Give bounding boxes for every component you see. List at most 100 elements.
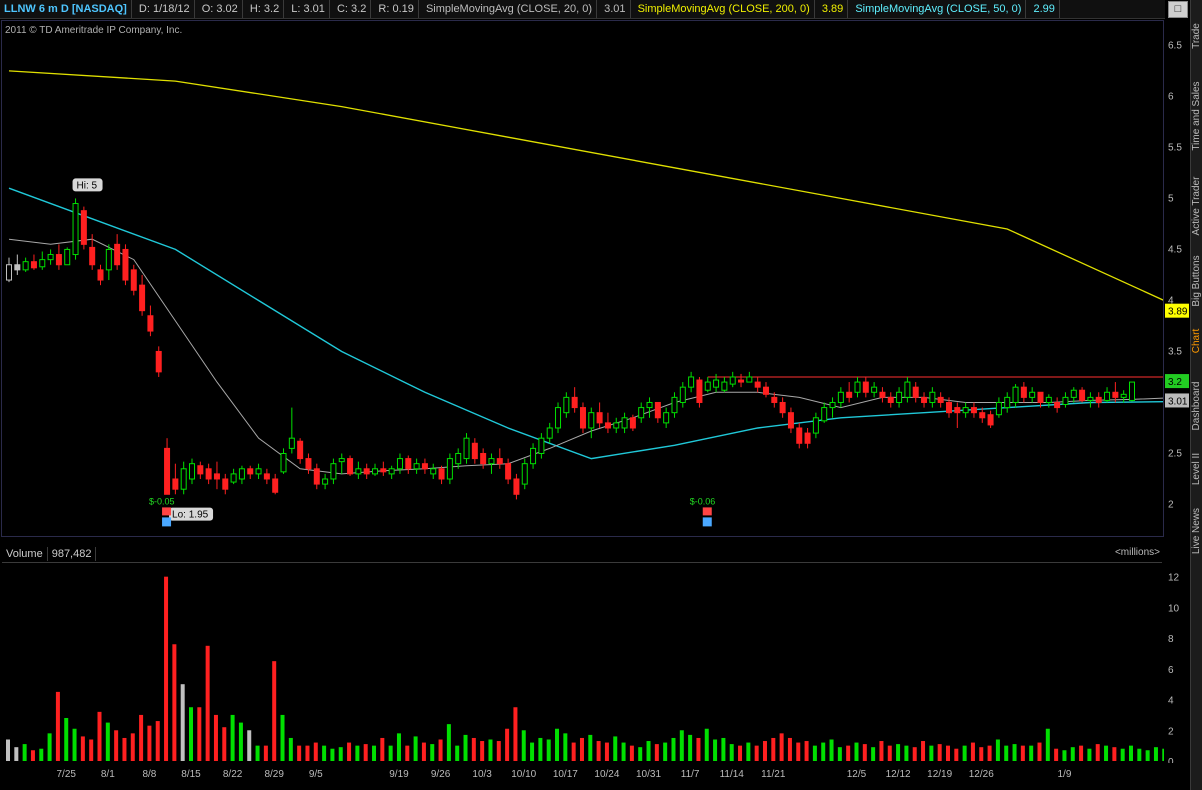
- candle-body: [413, 463, 420, 470]
- volume-bar: [1153, 747, 1158, 761]
- candle-body: [114, 243, 121, 266]
- volume-bar: [729, 744, 734, 761]
- candle: [471, 438, 478, 464]
- candle-body: [480, 452, 487, 465]
- candle: [480, 448, 487, 469]
- volume-value: 987,482: [48, 547, 97, 561]
- maximize-icon[interactable]: □: [1168, 1, 1188, 18]
- candle: [762, 382, 769, 398]
- volume-bar: [255, 745, 260, 761]
- sma50-study-label[interactable]: SimpleMovingAvg (CLOSE, 50, 0): [851, 0, 1027, 18]
- candle-body: [463, 437, 470, 460]
- volume-label[interactable]: Volume: [2, 547, 48, 561]
- volume-bar: [263, 745, 268, 761]
- candle-body: [122, 248, 129, 281]
- candle: [438, 465, 445, 485]
- candle: [230, 468, 237, 485]
- sma200-study-label[interactable]: SimpleMovingAvg (CLOSE, 200, 0): [634, 0, 815, 18]
- candle-body: [80, 210, 87, 245]
- phone-icon: [162, 507, 172, 516]
- candle: [787, 407, 794, 434]
- volume-bar: [654, 744, 659, 761]
- volume-bar: [438, 739, 443, 761]
- volume-bar: [280, 714, 285, 761]
- candle-body: [721, 381, 728, 391]
- candle: [488, 453, 495, 474]
- price-tick-label: 2.5: [1168, 448, 1182, 459]
- candle-body: [372, 468, 379, 475]
- candle: [887, 392, 894, 408]
- candle-body: [887, 396, 894, 403]
- volume-bar: [1129, 745, 1133, 761]
- volume-unit: <millions>: [1114, 547, 1160, 558]
- candle-body: [313, 468, 320, 485]
- candle-body: [713, 379, 720, 388]
- candle: [205, 463, 212, 485]
- volume-bar: [388, 745, 393, 761]
- volume-bar: [588, 734, 593, 761]
- candle-body: [488, 458, 495, 465]
- volume-bar: [47, 733, 52, 761]
- candle-body: [704, 381, 711, 391]
- volume-bar: [297, 745, 302, 761]
- tab-trade[interactable]: Trade: [1191, 0, 1202, 72]
- candle-body: [263, 473, 270, 480]
- candle-body: [1079, 389, 1086, 401]
- date-tick-label: 12/5: [847, 769, 867, 780]
- candle-body: [638, 407, 645, 419]
- candle-body: [904, 381, 911, 398]
- tab-live-news[interactable]: Live News: [1191, 495, 1202, 567]
- volume-bar: [629, 745, 634, 761]
- candle-body: [837, 391, 844, 403]
- candle-body: [421, 463, 428, 470]
- candle: [463, 433, 470, 464]
- volume-bar: [912, 747, 917, 761]
- volume-bar: [1054, 748, 1059, 761]
- tab-active-trader[interactable]: Active Trader: [1191, 170, 1202, 242]
- sma20-line: [8, 238, 1163, 475]
- volume-bar: [313, 742, 318, 761]
- candle-body: [979, 412, 986, 419]
- candle: [604, 412, 611, 434]
- volume-chart[interactable]: [1, 563, 1164, 763]
- candle: [854, 376, 861, 398]
- sma20-study-label[interactable]: SimpleMovingAvg (CLOSE, 20, 0): [422, 0, 598, 18]
- date-tick-label: 10/24: [594, 769, 619, 780]
- price-chart[interactable]: Hi: 5 Lo: 1.95 $-0.05 $-0.06: [1, 20, 1164, 537]
- candle: [255, 463, 262, 479]
- tab-chart[interactable]: Chart: [1191, 305, 1202, 377]
- candle-body: [546, 427, 553, 439]
- earnings-marker: $-0.06: [690, 496, 715, 527]
- candle-body: [197, 465, 204, 475]
- candle: [280, 448, 287, 474]
- candle-body: [238, 468, 245, 480]
- candle: [355, 461, 362, 479]
- candle-body: [654, 401, 661, 419]
- candle: [896, 387, 903, 408]
- tab-dashboard[interactable]: Dashboard: [1191, 370, 1202, 442]
- candle: [596, 402, 603, 428]
- price-axis: 6.565.554.543.532.523.893.23.01: [1165, 40, 1189, 510]
- candle: [388, 465, 395, 479]
- candle: [579, 402, 586, 434]
- price-value-label-text: 3.2: [1168, 377, 1182, 388]
- candle: [155, 346, 162, 377]
- candle-body: [1070, 389, 1077, 398]
- candle-body: [1004, 396, 1011, 409]
- candle: [80, 206, 87, 250]
- low-readout: L: 3.01: [287, 0, 330, 18]
- symbol-label[interactable]: LLNW 6 m D [NASDAQ]: [0, 0, 132, 18]
- candle: [613, 417, 620, 434]
- range-readout: R: 0.19: [374, 0, 419, 18]
- candle: [413, 458, 420, 474]
- tab-time-and-sales[interactable]: Time and Sales: [1191, 80, 1202, 152]
- candle-body: [147, 315, 154, 332]
- candle-body: [879, 391, 886, 398]
- candle: [72, 198, 79, 260]
- candle-body: [1020, 386, 1027, 398]
- candle-body: [388, 468, 395, 475]
- volume-bar: [97, 711, 102, 761]
- close-readout: C: 3.2: [333, 0, 372, 18]
- candle: [6, 257, 12, 283]
- candle-body: [954, 407, 961, 414]
